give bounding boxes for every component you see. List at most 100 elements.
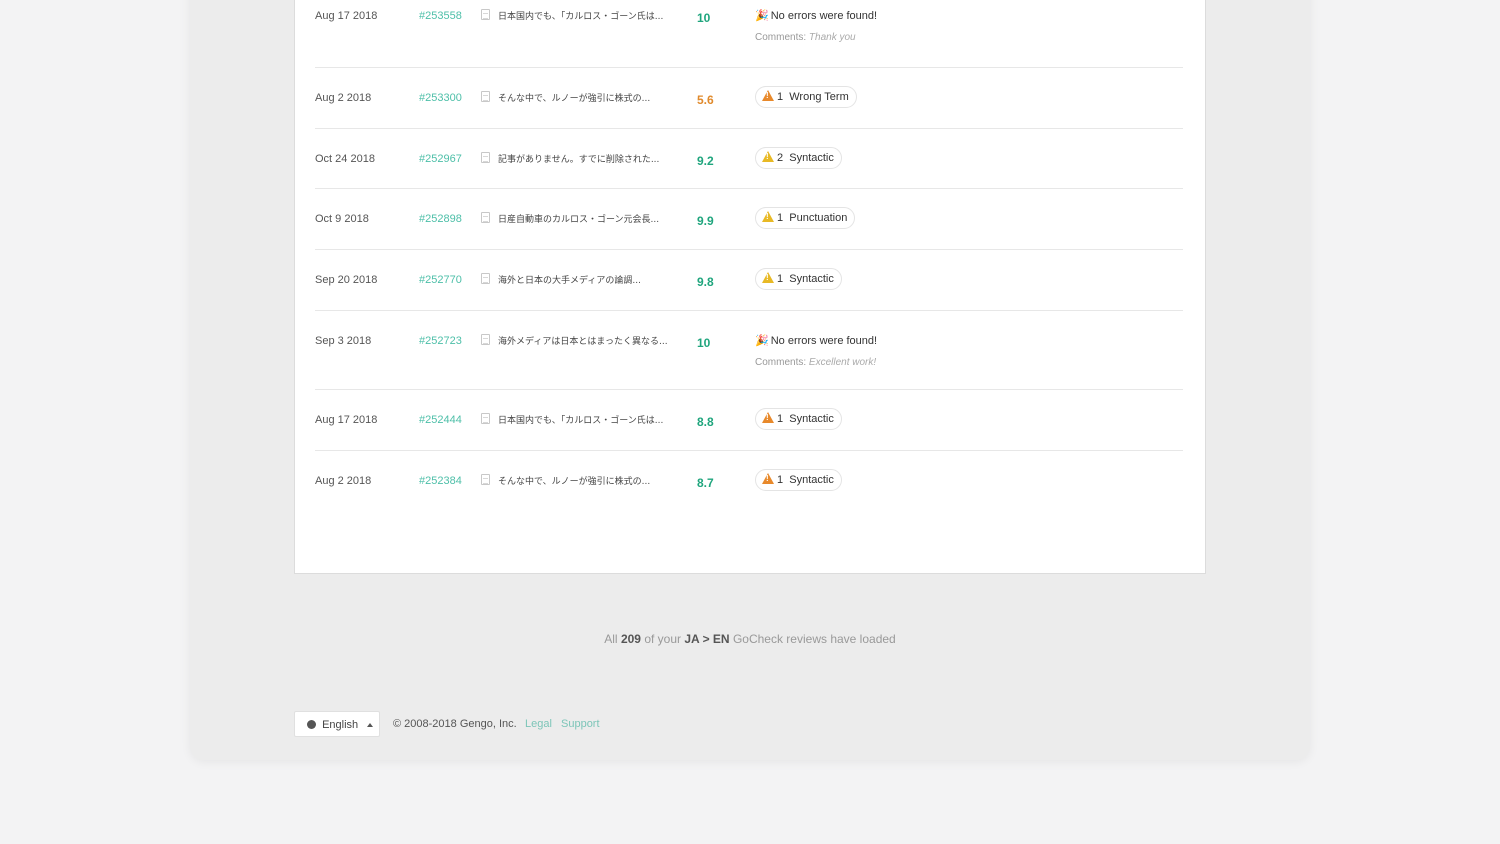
error-badge[interactable]: 1 Syntactic — [755, 268, 842, 290]
document-preview[interactable]: そんな中で、ルノーが強引に株式の... — [481, 474, 650, 489]
document-preview[interactable]: 海外と日本の大手メディアの論調... — [481, 273, 641, 288]
summary-mid: of your — [644, 632, 682, 646]
document-preview[interactable]: そんな中で、ルノーが強引に株式の... — [481, 91, 650, 106]
document-excerpt: そんな中で、ルノーが強引に株式の... — [498, 94, 651, 104]
job-id-link[interactable]: #252384 — [419, 474, 462, 488]
error-count: 1 — [777, 273, 784, 285]
job-id-link[interactable]: #253300 — [419, 91, 462, 105]
review-date: Aug 17 2018 — [315, 10, 378, 22]
document-icon — [481, 474, 490, 485]
comment-text: Thank you — [808, 32, 856, 43]
review-date: Oct 24 2018 — [315, 153, 375, 165]
document-preview[interactable]: 日本国内でも、「カルロス・ゴーン氏は... — [481, 9, 663, 24]
error-badge[interactable]: 1 Syntactic — [755, 469, 842, 491]
review-score: 8.8 — [697, 415, 714, 429]
review-result: 1 Syntactic — [755, 408, 842, 430]
error-count: 2 — [777, 152, 784, 164]
review-score: 9.2 — [697, 154, 714, 168]
error-badge[interactable]: 1 Syntactic — [755, 408, 842, 430]
document-excerpt: 日本国内でも、「カルロス・ゴーン氏は... — [498, 416, 664, 426]
review-row: Aug 2 2018 #253300 そんな中で、ルノーが強引に株式の... 5.6 1… — [315, 67, 1183, 129]
no-errors-text: No errors were found! — [770, 10, 878, 22]
error-type: Punctuation — [789, 212, 848, 224]
document-excerpt: 日本国内でも、「カルロス・ゴーン氏は... — [498, 12, 664, 22]
warning-icon — [762, 272, 774, 283]
document-excerpt: 記事がありません。すでに削除された... — [498, 155, 660, 165]
document-icon — [481, 9, 490, 20]
document-icon — [481, 413, 490, 424]
review-date: Oct 9 2018 — [315, 213, 369, 225]
review-score: 9.8 — [697, 275, 714, 289]
language-label: English — [322, 719, 359, 731]
review-row: Aug 17 2018 #252444 日本国内でも、「カルロス・ゴーン氏は... 8… — [315, 389, 1183, 451]
summary-prefix: All — [604, 632, 618, 646]
document-preview[interactable]: 記事がありません。すでに削除された... — [481, 152, 659, 167]
review-comment: Comments: Thank you — [755, 31, 877, 45]
legal-link[interactable]: Legal — [525, 718, 552, 730]
document-icon — [481, 273, 490, 284]
review-row: Sep 20 2018 #252770 海外と日本の大手メディアの論調... 9.8 1… — [315, 249, 1183, 311]
reviews-card: Aug 17 2018 #253558 日本国内でも、「カルロス・ゴーン氏は... 1… — [294, 0, 1206, 574]
error-count: 1 — [777, 413, 784, 425]
review-score: 10 — [697, 11, 711, 25]
review-comment: Comments: Excellent work! — [755, 356, 877, 370]
review-score: 8.7 — [697, 476, 714, 490]
document-icon — [481, 334, 490, 345]
review-result: 🎉 No errors were found! Comments: Thank yo… — [755, 9, 877, 45]
review-score: 9.9 — [697, 214, 714, 228]
document-icon — [481, 212, 490, 223]
error-count: 1 — [777, 91, 784, 103]
language-selector[interactable]: English — [294, 711, 380, 737]
comment-label: Comments: — [755, 32, 807, 43]
error-badge[interactable]: 2 Syntactic — [755, 147, 842, 169]
document-icon — [481, 152, 490, 163]
document-excerpt: 日産自動車のカルロス・ゴーン元会長... — [498, 215, 660, 225]
review-date: Aug 2 2018 — [315, 475, 372, 487]
comment-label: Comments: — [755, 357, 807, 368]
summary-count: 209 — [620, 632, 641, 646]
document-preview[interactable]: 日産自動車のカルロス・ゴーン元会長... — [481, 212, 659, 227]
review-result: 1 Wrong Term — [755, 86, 857, 108]
review-score: 5.6 — [697, 93, 714, 107]
job-id-link[interactable]: #253558 — [419, 9, 462, 23]
document-preview[interactable]: 日本国内でも、「カルロス・ゴーン氏は... — [481, 413, 663, 428]
job-id-link[interactable]: #252967 — [419, 152, 462, 166]
party-icon: 🎉 — [755, 335, 769, 347]
error-type: Syntactic — [789, 413, 834, 425]
review-result: 1 Syntactic — [755, 469, 842, 491]
review-result: 2 Syntactic — [755, 147, 842, 169]
party-icon: 🎉 — [755, 10, 769, 22]
document-preview[interactable]: 海外メディアは日本とはまったく異なる... — [481, 334, 668, 349]
error-badge[interactable]: 1 Punctuation — [755, 207, 856, 229]
support-link[interactable]: Support — [561, 718, 600, 730]
review-date: Sep 20 2018 — [315, 274, 378, 286]
job-id-link[interactable]: #252770 — [419, 273, 462, 287]
document-icon — [481, 91, 490, 102]
warning-icon — [762, 473, 774, 484]
error-type: Wrong Term — [789, 91, 849, 103]
review-row: Oct 24 2018 #252967 記事がありません。すでに削除された... 9.… — [315, 128, 1183, 189]
review-result: 1 Syntactic — [755, 268, 842, 290]
no-errors-text: No errors were found! — [770, 335, 878, 347]
review-result: 1 Punctuation — [755, 207, 856, 229]
review-date: Sep 3 2018 — [315, 335, 372, 347]
job-id-link[interactable]: #252898 — [419, 212, 462, 226]
document-excerpt: そんな中で、ルノーが強引に株式の... — [498, 477, 651, 487]
error-badge[interactable]: 1 Wrong Term — [755, 86, 857, 108]
warning-icon — [762, 151, 774, 162]
error-count: 1 — [777, 474, 784, 486]
document-excerpt: 海外と日本の大手メディアの論調... — [498, 276, 641, 286]
job-id-link[interactable]: #252444 — [419, 413, 462, 427]
review-row: Oct 9 2018 #252898 日産自動車のカルロス・ゴーン元会長... 9.9… — [315, 188, 1183, 250]
review-date: Aug 2 2018 — [315, 92, 372, 104]
error-count: 1 — [777, 212, 784, 224]
review-row: Aug 2 2018 #252384 そんな中で、ルノーが強引に株式の... 8.7 1… — [315, 450, 1183, 520]
error-type: Syntactic — [789, 474, 834, 486]
error-type: Syntactic — [789, 152, 834, 164]
caret-up-icon — [367, 723, 374, 727]
document-excerpt: 海外メディアは日本とはまったく異なる... — [498, 337, 668, 347]
job-id-link[interactable]: #252723 — [419, 334, 462, 348]
warning-icon — [762, 211, 774, 222]
globe-icon — [307, 720, 316, 729]
review-date: Aug 17 2018 — [315, 414, 378, 426]
